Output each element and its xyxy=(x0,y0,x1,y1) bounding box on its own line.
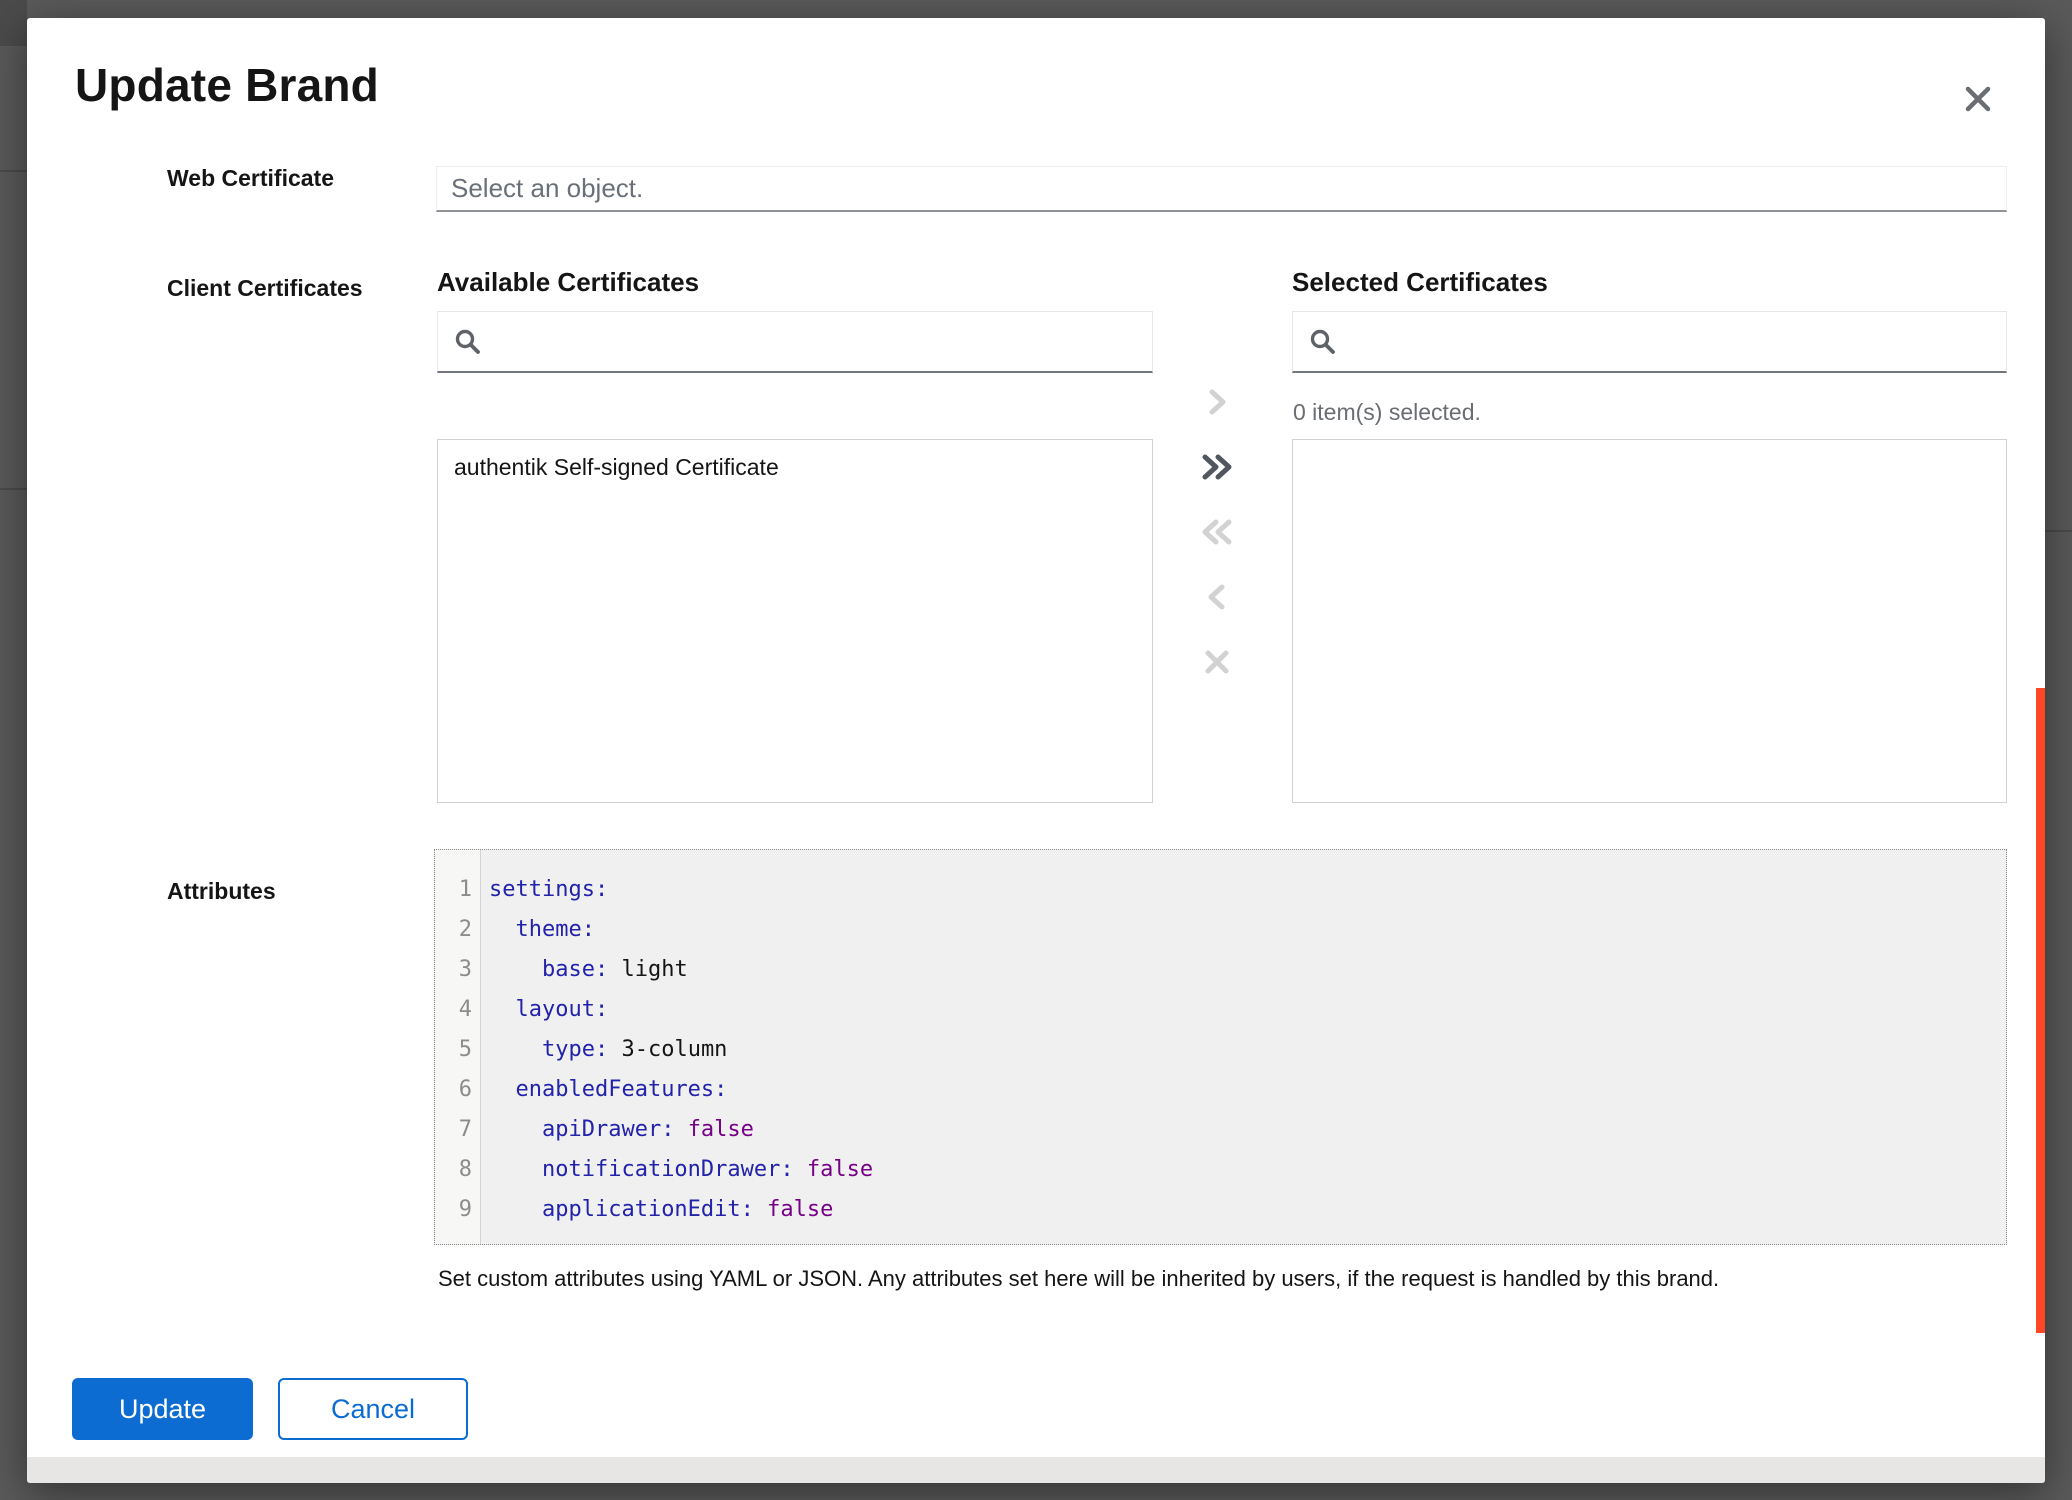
code-line-number: 4 xyxy=(435,990,480,1030)
backdrop-line xyxy=(2045,530,2072,532)
code-line-number: 2 xyxy=(435,910,480,950)
client-certificates-label: Client Certificates xyxy=(167,275,363,302)
available-certificate-item[interactable]: authentik Self-signed Certificate xyxy=(438,440,1152,495)
code-line-number: 1 xyxy=(435,870,480,910)
code-line[interactable]: notificationDrawer: false xyxy=(489,1150,2006,1190)
available-search-input[interactable] xyxy=(481,312,1152,371)
web-certificate-select[interactable] xyxy=(436,166,2007,212)
selected-certificates-list[interactable] xyxy=(1292,439,2007,803)
update-button[interactable]: Update xyxy=(72,1378,253,1440)
code-line[interactable]: applicationEdit: false xyxy=(489,1190,2006,1230)
code-line[interactable]: layout: xyxy=(489,990,2006,1030)
modal-title: Update Brand xyxy=(75,58,379,112)
close-x-glyph xyxy=(1963,84,1993,114)
web-certificate-label: Web Certificate xyxy=(167,165,334,192)
selected-search-field[interactable] xyxy=(1292,311,2007,373)
close-icon[interactable] xyxy=(1954,75,2002,123)
code-line[interactable]: type: 3-column xyxy=(489,1030,2006,1070)
attributes-help-text: Set custom attributes using YAML or JSON… xyxy=(438,1266,2007,1292)
code-line-number: 8 xyxy=(435,1150,480,1190)
code-line[interactable]: theme: xyxy=(489,910,2006,950)
code-line[interactable]: enabledFeatures: xyxy=(489,1070,2006,1110)
move-all-left-icon[interactable] xyxy=(1195,510,1239,554)
code-line-number: 9 xyxy=(435,1190,480,1230)
attributes-code-editor[interactable]: 123456789 settings: theme: base: light l… xyxy=(434,849,2007,1245)
accent-bar xyxy=(2036,688,2045,1333)
code-line[interactable]: apiDrawer: false xyxy=(489,1110,2006,1150)
backdrop-shade xyxy=(0,0,27,46)
code-line-numbers-gutter: 123456789 xyxy=(435,850,481,1244)
code-line-number: 5 xyxy=(435,1030,480,1070)
modal-footer-strip xyxy=(27,1457,2045,1483)
available-certificates-heading: Available Certificates xyxy=(437,267,699,298)
backdrop-line xyxy=(0,170,27,172)
move-selected-left-icon[interactable] xyxy=(1195,575,1239,619)
move-selected-right-icon[interactable] xyxy=(1195,380,1239,424)
search-icon xyxy=(454,328,481,355)
code-content[interactable]: settings: theme: base: light layout: typ… xyxy=(481,850,2006,1244)
attributes-label: Attributes xyxy=(167,878,276,905)
code-line[interactable]: base: light xyxy=(489,950,2006,990)
dual-list-controls xyxy=(1195,380,1239,705)
move-all-right-icon[interactable] xyxy=(1195,445,1239,489)
remove-selected-icon[interactable] xyxy=(1195,640,1239,684)
cancel-button[interactable]: Cancel xyxy=(278,1378,468,1440)
code-line-number: 7 xyxy=(435,1110,480,1150)
selected-search-input[interactable] xyxy=(1336,312,2006,371)
code-line-number: 6 xyxy=(435,1070,480,1110)
code-line[interactable]: settings: xyxy=(489,870,2006,910)
update-brand-modal: Update Brand Web Certificate Client Cert… xyxy=(27,18,2045,1483)
selected-status-text: 0 item(s) selected. xyxy=(1293,399,1481,426)
search-icon xyxy=(1309,328,1336,355)
available-search-field[interactable] xyxy=(437,311,1153,373)
available-certificates-list[interactable]: authentik Self-signed Certificate xyxy=(437,439,1153,803)
backdrop-line xyxy=(0,488,27,490)
selected-certificates-heading: Selected Certificates xyxy=(1292,267,1548,298)
web-certificate-input[interactable] xyxy=(437,167,2006,210)
code-line-number: 3 xyxy=(435,950,480,990)
